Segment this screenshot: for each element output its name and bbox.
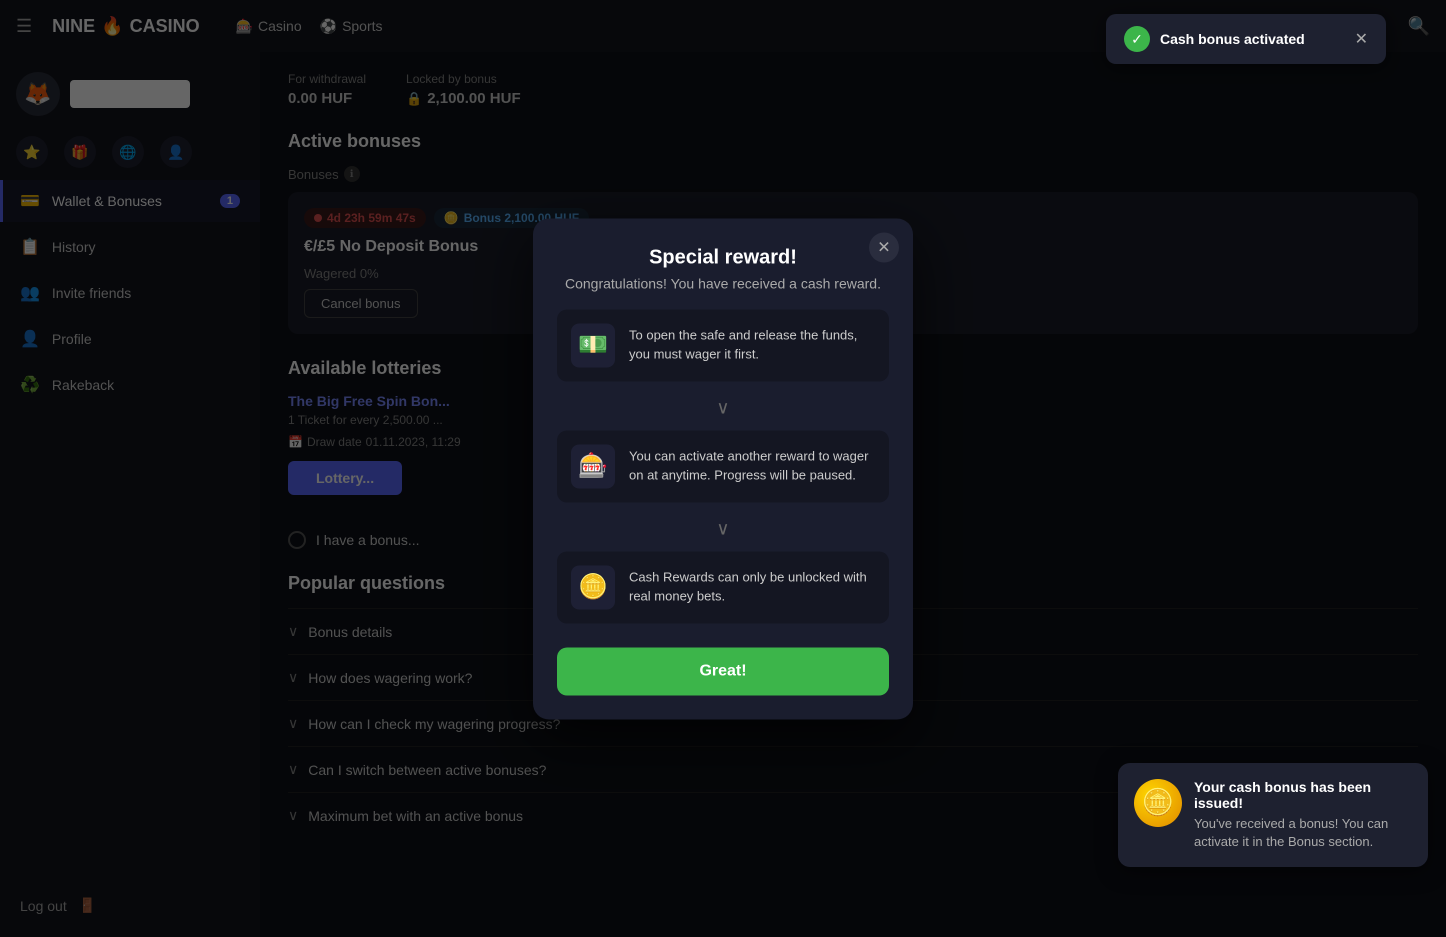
toast-bottom-text: You've received a bonus! You can activat… [1194, 815, 1412, 851]
modal-info-item-0: 💵 To open the safe and release the funds… [557, 309, 889, 381]
toast-message: Cash bonus activated [1160, 31, 1305, 47]
modal-info-item-2: 🪙 Cash Rewards can only be unlocked with… [557, 551, 889, 623]
modal-info-icon-0: 💵 [571, 323, 615, 367]
toast-bottom-content: Your cash bonus has been issued! You've … [1194, 779, 1412, 851]
toast-close-button[interactable]: ✕ [1355, 29, 1368, 49]
chevron-separator-1: ∨ [557, 518, 889, 539]
modal-info-text-2: Cash Rewards can only be unlocked with r… [629, 569, 875, 605]
toast-bottom-title: Your cash bonus has been issued! [1194, 779, 1412, 811]
modal-info-list: 💵 To open the safe and release the funds… [557, 309, 889, 623]
special-reward-modal: ✕ Special reward! Congratulations! You h… [533, 218, 913, 719]
toast-check-icon: ✓ [1124, 26, 1150, 52]
modal-info-icon-2: 🪙 [571, 565, 615, 609]
modal-close-button[interactable]: ✕ [869, 232, 899, 262]
modal-subtitle: Congratulations! You have received a cas… [557, 275, 889, 291]
chevron-separator-0: ∨ [557, 397, 889, 418]
toast-top: ✓ Cash bonus activated ✕ [1106, 14, 1386, 64]
toast-bottom: 🪙 Your cash bonus has been issued! You'v… [1118, 763, 1428, 867]
great-button[interactable]: Great! [557, 647, 889, 695]
modal-info-icon-1: 🎰 [571, 444, 615, 488]
modal-info-text-1: You can activate another reward to wager… [629, 448, 875, 484]
toast-coin-icon: 🪙 [1134, 779, 1182, 827]
modal-info-item-1: 🎰 You can activate another reward to wag… [557, 430, 889, 502]
modal-title: Special reward! [557, 246, 889, 269]
modal-info-text-0: To open the safe and release the funds, … [629, 327, 875, 363]
